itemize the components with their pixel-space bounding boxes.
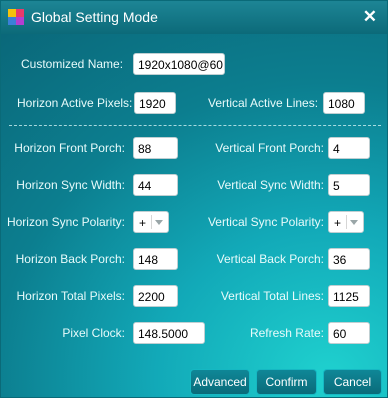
select-divider [151,215,152,229]
refresh-rate-label: Refresh Rate: [249,326,324,340]
v-active-label: Vertical Active Lines: [208,96,319,110]
title-bar[interactable]: Global Setting Mode ✕ [1,1,387,34]
v-sync-polarity-select[interactable]: + [328,211,364,233]
v-back-porch-label: Vertical Back Porch: [216,252,324,266]
v-sync-polarity-label: Vertical Sync Polarity: [207,215,324,229]
refresh-rate-input[interactable]: 60 [328,322,370,344]
customized-name-input[interactable]: 1920x1080@60 [133,53,225,75]
v-sync-width-label: Vertical Sync Width: [217,178,324,192]
customized-name-label: Customized Name: [21,57,124,71]
v-sync-width-input[interactable]: 5 [328,174,370,196]
window-title: Global Setting Mode [31,9,158,25]
global-setting-dialog: Global Setting Mode ✕ Customized Name: 1… [0,0,388,398]
h-active-label: Horizon Active Pixels: [17,96,133,110]
v-active-input[interactable]: 1080 [323,92,365,114]
pixel-clock-label: Pixel Clock: [62,326,125,340]
close-icon[interactable]: ✕ [363,7,377,27]
chevron-down-icon[interactable] [350,220,358,225]
pixel-clock-input[interactable]: 148.5000 [133,322,205,344]
h-back-porch-label: Horizon Back Porch: [15,252,125,266]
v-front-porch-input[interactable]: 4 [328,137,370,159]
cancel-button[interactable]: Cancel [323,369,382,395]
v-back-porch-input[interactable]: 36 [328,248,370,270]
v-total-input[interactable]: 1125 [328,285,370,307]
h-sync-polarity-select[interactable]: + [133,211,169,233]
h-total-input[interactable]: 2200 [133,285,178,307]
app-icon [8,9,24,25]
v-front-porch-label: Vertical Front Porch: [215,141,324,155]
h-sync-width-input[interactable]: 44 [133,174,178,196]
h-active-input[interactable]: 1920 [134,92,176,114]
v-total-label: Vertical Total Lines: [220,289,324,303]
h-front-porch-label: Horizon Front Porch: [14,141,125,155]
h-back-porch-input[interactable]: 148 [133,248,178,270]
h-front-porch-input[interactable]: 88 [133,137,178,159]
h-sync-width-label: Horizon Sync Width: [16,178,125,192]
chevron-down-icon[interactable] [155,220,163,225]
select-divider [346,215,347,229]
h-sync-polarity-label: Horizon Sync Polarity: [6,215,125,229]
v-sync-polarity-value: + [334,216,342,230]
h-sync-polarity-value: + [139,216,147,230]
h-total-label: Horizon Total Pixels: [16,289,126,303]
section-divider [9,125,381,126]
confirm-button[interactable]: Confirm [256,369,317,395]
advanced-button[interactable]: Advanced [190,369,250,395]
